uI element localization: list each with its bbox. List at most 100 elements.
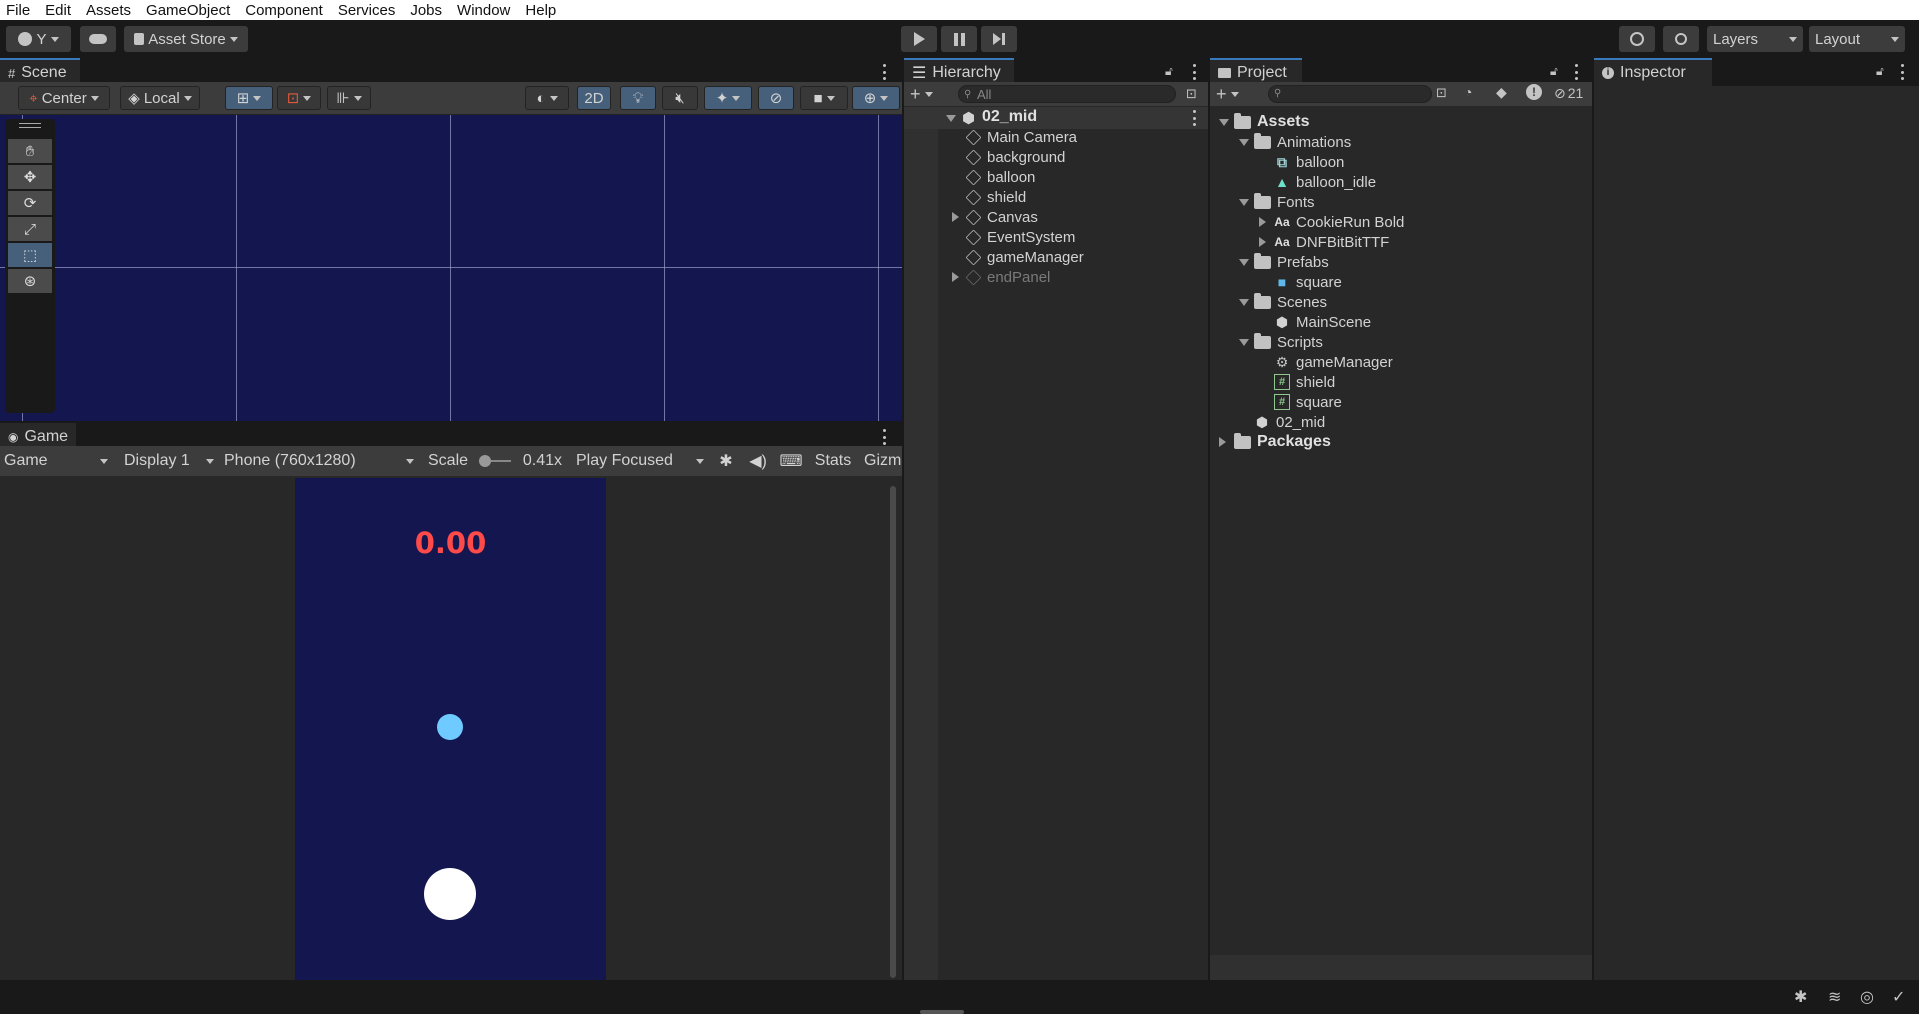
project-tree-item[interactable]: ▲ balloon_idle [1274,172,1376,192]
project-tree-item[interactable]: Aa DNFBitBitTTF [1259,232,1389,252]
drag-handle[interactable] [19,123,41,128]
menu-item-edit[interactable]: Edit [45,2,71,19]
hierarchy-item[interactable]: background [965,147,1065,167]
grid-snap-button[interactable]: ⊞ [225,86,273,110]
project-tree-item[interactable]: Packages [1219,432,1331,452]
scene-row-menu-icon[interactable] [1192,110,1196,126]
lighting-toggle[interactable]: 💡︎ [620,86,656,110]
project-tree-item[interactable]: Prefabs [1239,252,1329,272]
cloud-button[interactable] [80,26,116,52]
scene-visibility-toggle[interactable]: ⊘ [758,86,794,110]
resize-handle[interactable] [920,1010,964,1014]
scene-header-row[interactable]: ⬢ 02_mid [904,107,1208,129]
filter-type-icon[interactable]: ◔ [1464,84,1472,100]
audio-toggle[interactable]: 🔇︎ [662,86,698,110]
project-tree-item[interactable]: Assets [1219,112,1309,132]
expand-arrow-icon[interactable] [1259,237,1266,247]
menu-item-jobs[interactable]: Jobs [410,2,442,19]
hierarchy-item[interactable]: EventSystem [965,227,1075,247]
rotate-tool-icon[interactable]: ⟳ [8,191,52,215]
menu-item-window[interactable]: Window [457,2,510,19]
expand-arrow-icon[interactable] [1219,118,1229,126]
project-tree-item[interactable]: ⬢ 02_mid [1254,412,1325,432]
game-menu-icon[interactable] [882,429,886,445]
auto-generate-lighting-icon[interactable]: ◎ [1860,987,1874,1007]
bug-icon[interactable]: ✱ [714,450,738,472]
scale-slider-track[interactable] [479,455,512,467]
expand-arrow-icon[interactable] [946,115,956,122]
hierarchy-item[interactable]: endPanel [952,267,1050,287]
expand-arrow-icon[interactable] [952,272,959,282]
audio-icon[interactable]: ◀) [746,450,770,472]
expand-arrow-icon[interactable] [1239,198,1249,206]
stats-button[interactable]: Stats [810,450,856,472]
scale-slider[interactable]: Scale 0.41x [424,450,566,472]
effects-button[interactable]: ✦ [704,86,752,110]
display-dropdown[interactable]: Display 1 [120,450,218,472]
rect-tool-icon[interactable]: ⬚ [8,243,52,267]
checkmark-icon[interactable]: ✓ [1892,987,1905,1007]
project-tree-item[interactable]: Fonts [1239,192,1315,212]
history-button[interactable] [1619,26,1655,52]
hand-tool-icon[interactable]: ✋︎ [8,139,52,163]
hierarchy-item[interactable]: gameManager [965,247,1084,267]
scene-viewport[interactable]: ✋︎ ✥ ⟳ ⤢ ⬚ ⊛ [0,115,902,421]
resolution-dropdown[interactable]: Phone (760x1280) [220,450,418,472]
scene-menu-icon[interactable] [882,64,886,80]
hierarchy-search-input[interactable]: ⚲ All [958,85,1176,103]
hidden-packages-toggle[interactable]: ⊘ 21 [1554,85,1583,102]
project-tree-item[interactable]: ⬢ MainScene [1274,312,1371,332]
expand-arrow-icon[interactable] [952,212,959,222]
label-icon[interactable]: ◆ [1496,84,1507,101]
expand-arrow-icon[interactable] [1239,138,1249,146]
inspector-menu-icon[interactable] [1900,64,1904,80]
lock-icon[interactable]: 🔓︎ [1165,64,1173,79]
space-dropdown[interactable]: ◈ Local [120,86,200,110]
hierarchy-menu-icon[interactable] [1192,64,1196,80]
hierarchy-item[interactable]: balloon [965,167,1035,187]
project-search-input[interactable]: ⚲ [1268,85,1432,103]
layers-dropdown[interactable]: Layers [1707,26,1803,52]
project-tree-item[interactable]: ⚙ gameManager [1274,352,1393,372]
search-button[interactable] [1663,26,1699,52]
project-menu-icon[interactable] [1574,64,1578,80]
expand-arrow-icon[interactable] [1259,217,1266,227]
menu-item-assets[interactable]: Assets [86,2,131,19]
layout-dropdown[interactable]: Layout [1809,26,1905,52]
layers-status-icon[interactable]: ≋ [1828,987,1841,1007]
asset-store-button[interactable]: Asset Store [124,26,248,52]
play-mode-dropdown[interactable]: Play Focused [572,450,708,472]
project-tree-item[interactable]: ⧉ balloon [1274,152,1344,172]
ruler-button[interactable]: ⊪ [327,86,371,110]
menu-item-file[interactable]: File [6,2,30,19]
scale-tool-icon[interactable]: ⤢ [8,217,52,241]
scene-search-icon[interactable]: ⊡ [1186,86,1197,102]
gizmos-button[interactable]: ⊕ [852,86,900,110]
project-tree-item[interactable]: Aa CookieRun Bold [1259,212,1404,232]
pivot-dropdown[interactable]: ⌖ Center [18,86,110,110]
hierarchy-item[interactable]: Canvas [952,207,1038,227]
shading-mode-button[interactable]: ◐ [525,86,569,110]
search-scene-icon[interactable]: ⊡ [1436,85,1447,101]
pause-button[interactable] [941,26,977,52]
project-tree-item[interactable]: ■ square [1274,272,1342,292]
lock-icon[interactable]: 🔓︎ [1550,64,1558,79]
increment-snap-button[interactable]: ⊡ [277,86,321,110]
camera-button[interactable]: ■ [800,86,848,110]
move-tool-icon[interactable]: ✥ [8,165,52,189]
account-button[interactable]: Y [6,26,71,52]
gizmos-toggle[interactable]: Gizmos [860,450,902,472]
warning-icon[interactable]: ! [1526,84,1542,100]
transform-tool-icon[interactable]: ⊛ [8,269,52,293]
game-screen[interactable]: 0.00 [295,478,606,980]
expand-arrow-icon[interactable] [1239,298,1249,306]
game-view-dropdown[interactable]: Game [0,450,112,472]
debug-mode-icon[interactable]: ✱ [1794,987,1807,1007]
lock-icon[interactable]: 🔓︎ [1876,64,1884,79]
expand-arrow-icon[interactable] [1219,437,1226,447]
expand-arrow-icon[interactable] [1239,258,1249,266]
menu-item-component[interactable]: Component [245,2,323,19]
create-button[interactable]: + [910,84,933,105]
keyboard-icon[interactable]: ⌨︎ [778,450,804,472]
hierarchy-item[interactable]: shield [965,187,1026,207]
